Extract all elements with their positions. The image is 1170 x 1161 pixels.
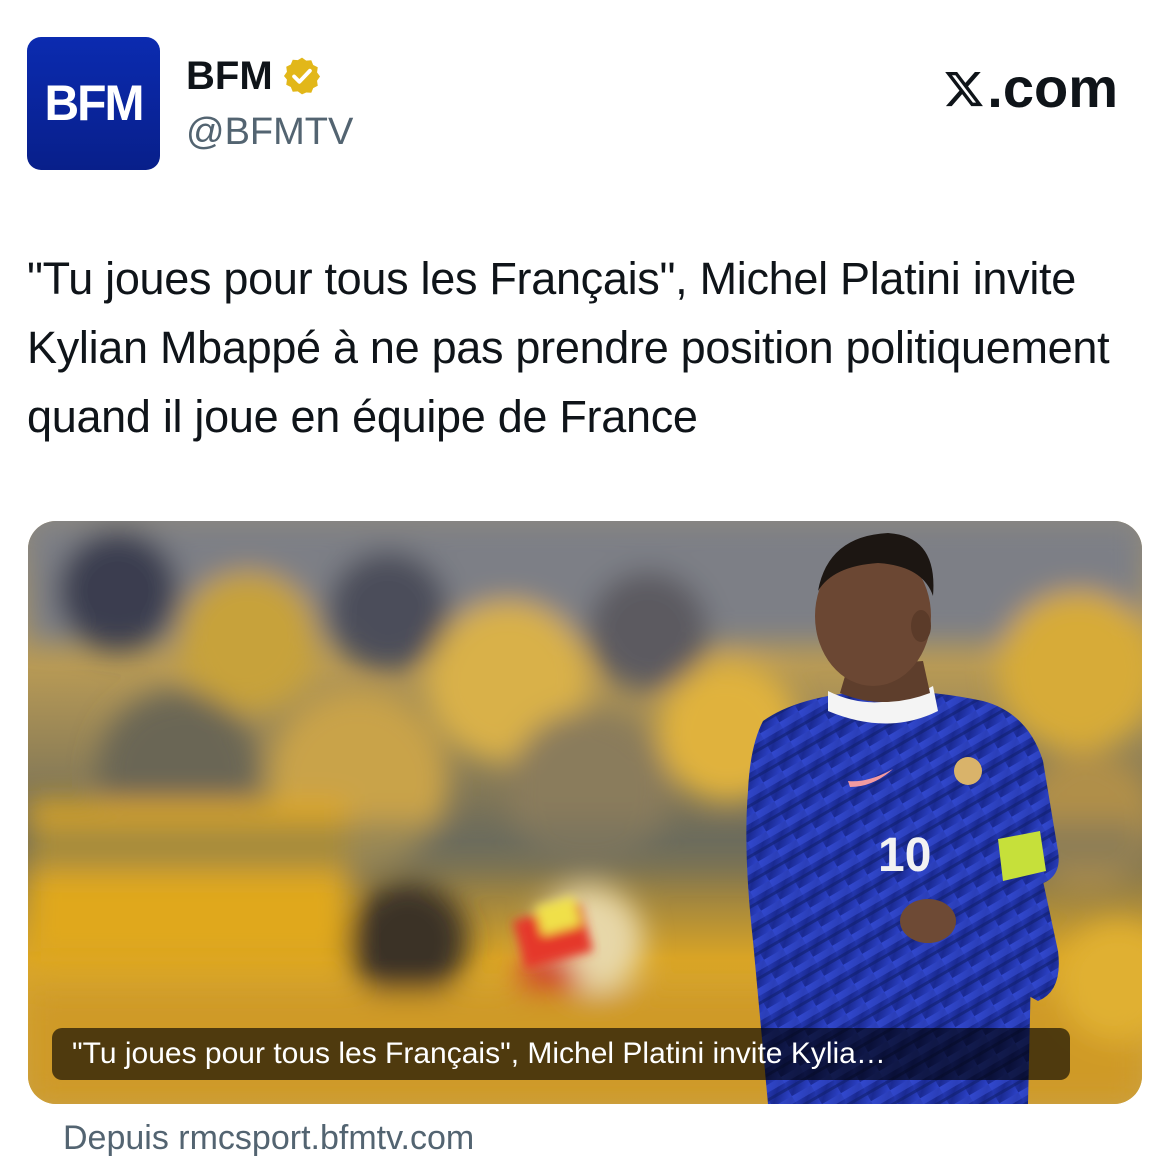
author-block: BFM @BFMTV [186, 48, 353, 158]
article-photo: 10 [28, 521, 1142, 1104]
post-text: "Tu joues pour tous les Français", Miche… [27, 253, 1110, 442]
card-caption: "Tu joues pour tous les Français", Miche… [52, 1028, 1070, 1080]
svg-text:10: 10 [878, 829, 931, 882]
display-name[interactable]: BFM [186, 48, 273, 104]
name-row: BFM [186, 48, 353, 104]
card-source-link[interactable]: Depuis rmcsport.bfmtv.com [63, 1116, 474, 1160]
x-logo-icon [945, 71, 984, 107]
brand-text: .com [987, 56, 1118, 119]
verified-badge-icon [283, 57, 320, 95]
avatar-logo-text: BFM [44, 75, 145, 132]
avatar[interactable]: BFM [27, 37, 160, 170]
link-card[interactable]: 10 "Tu joues pour tous les Français", Mi… [28, 521, 1142, 1104]
handle[interactable]: @BFMTV [186, 106, 353, 158]
brand-watermark: .com [943, 56, 1118, 120]
